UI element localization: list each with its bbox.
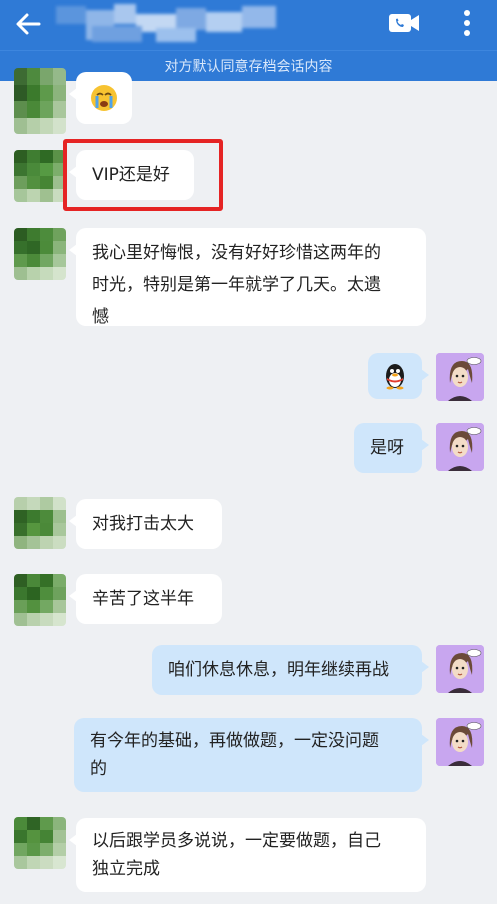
message-line: 以后跟学员多说说，一定要做题，自己 — [92, 831, 381, 851]
message-bubble[interactable]: 以后跟学员多说说，一定要做题，自己 独立完成 — [69, 818, 426, 892]
contact-avatar[interactable] — [14, 150, 66, 202]
contact-avatar[interactable] — [14, 574, 66, 626]
more-vertical-icon — [464, 10, 470, 36]
message-text: 咱们休息休息，明年继续再战 — [168, 660, 389, 680]
my-avatar[interactable] — [436, 353, 484, 401]
more-button[interactable] — [452, 4, 482, 42]
cartoon-avatar-icon — [436, 353, 484, 401]
message-line: 我心里好悔恨，没有好好珍惜这两年的 — [92, 243, 381, 263]
contact-avatar[interactable] — [14, 68, 66, 134]
message-line: 有今年的基础，再做做题，一定没问题 — [90, 731, 379, 751]
my-avatar[interactable] — [436, 645, 484, 693]
mosaic-pattern — [14, 228, 66, 280]
message-bubble[interactable]: 对我打击太大 — [69, 499, 222, 549]
archive-notice: 对方默认同意存档会话内容 — [0, 50, 497, 81]
message-bubble[interactable]: 有今年的基础，再做做题，一定没问题 的 — [74, 718, 429, 792]
my-avatar[interactable] — [436, 423, 484, 471]
message-text: 对我打击太大 — [92, 514, 194, 534]
message-line: 的 — [90, 759, 107, 779]
archive-notice-text: 对方默认同意存档会话内容 — [164, 59, 333, 75]
contact-avatar[interactable] — [14, 817, 66, 869]
cartoon-avatar-icon — [436, 718, 484, 766]
my-avatar[interactable] — [436, 718, 484, 766]
top-bar — [0, 0, 497, 50]
penguin-icon — [386, 364, 404, 390]
message-line: 时光，特别是第一年就学了几天。太遗 — [92, 275, 381, 295]
back-arrow-icon — [16, 13, 41, 35]
highlight-box — [63, 139, 223, 211]
mosaic-pattern — [14, 68, 66, 134]
video-call-button[interactable] — [386, 8, 422, 38]
video-call-icon — [389, 14, 419, 32]
message-bubble[interactable]: 咱们休息休息，明年继续再战 — [152, 645, 429, 695]
message-bubble-emoji[interactable] — [368, 353, 429, 399]
message-bubble-emoji[interactable] — [69, 72, 132, 124]
message-line: 独立完成 — [92, 859, 160, 879]
mosaic-pattern — [14, 150, 66, 202]
back-button[interactable] — [10, 6, 46, 42]
mosaic-pattern — [14, 817, 66, 869]
message-text: 辛苦了这半年 — [92, 589, 194, 609]
message-bubble[interactable]: 我心里好悔恨，没有好好珍惜这两年的 时光，特别是第一年就学了几天。太遗 憾 — [69, 228, 426, 327]
contact-name-blurred — [56, 4, 278, 44]
contact-avatar[interactable] — [14, 497, 66, 549]
cartoon-avatar-icon — [436, 645, 484, 693]
contact-avatar[interactable] — [14, 228, 66, 280]
message-text: 是呀 — [370, 438, 404, 458]
message-line: 憾 — [92, 307, 109, 327]
cartoon-avatar-icon — [436, 423, 484, 471]
message-bubble[interactable]: 辛苦了这半年 — [69, 574, 222, 624]
crying-face-icon — [91, 85, 117, 111]
message-bubble[interactable]: 是呀 — [354, 423, 429, 473]
mosaic-pattern — [14, 497, 66, 549]
mosaic-pattern — [14, 574, 66, 626]
